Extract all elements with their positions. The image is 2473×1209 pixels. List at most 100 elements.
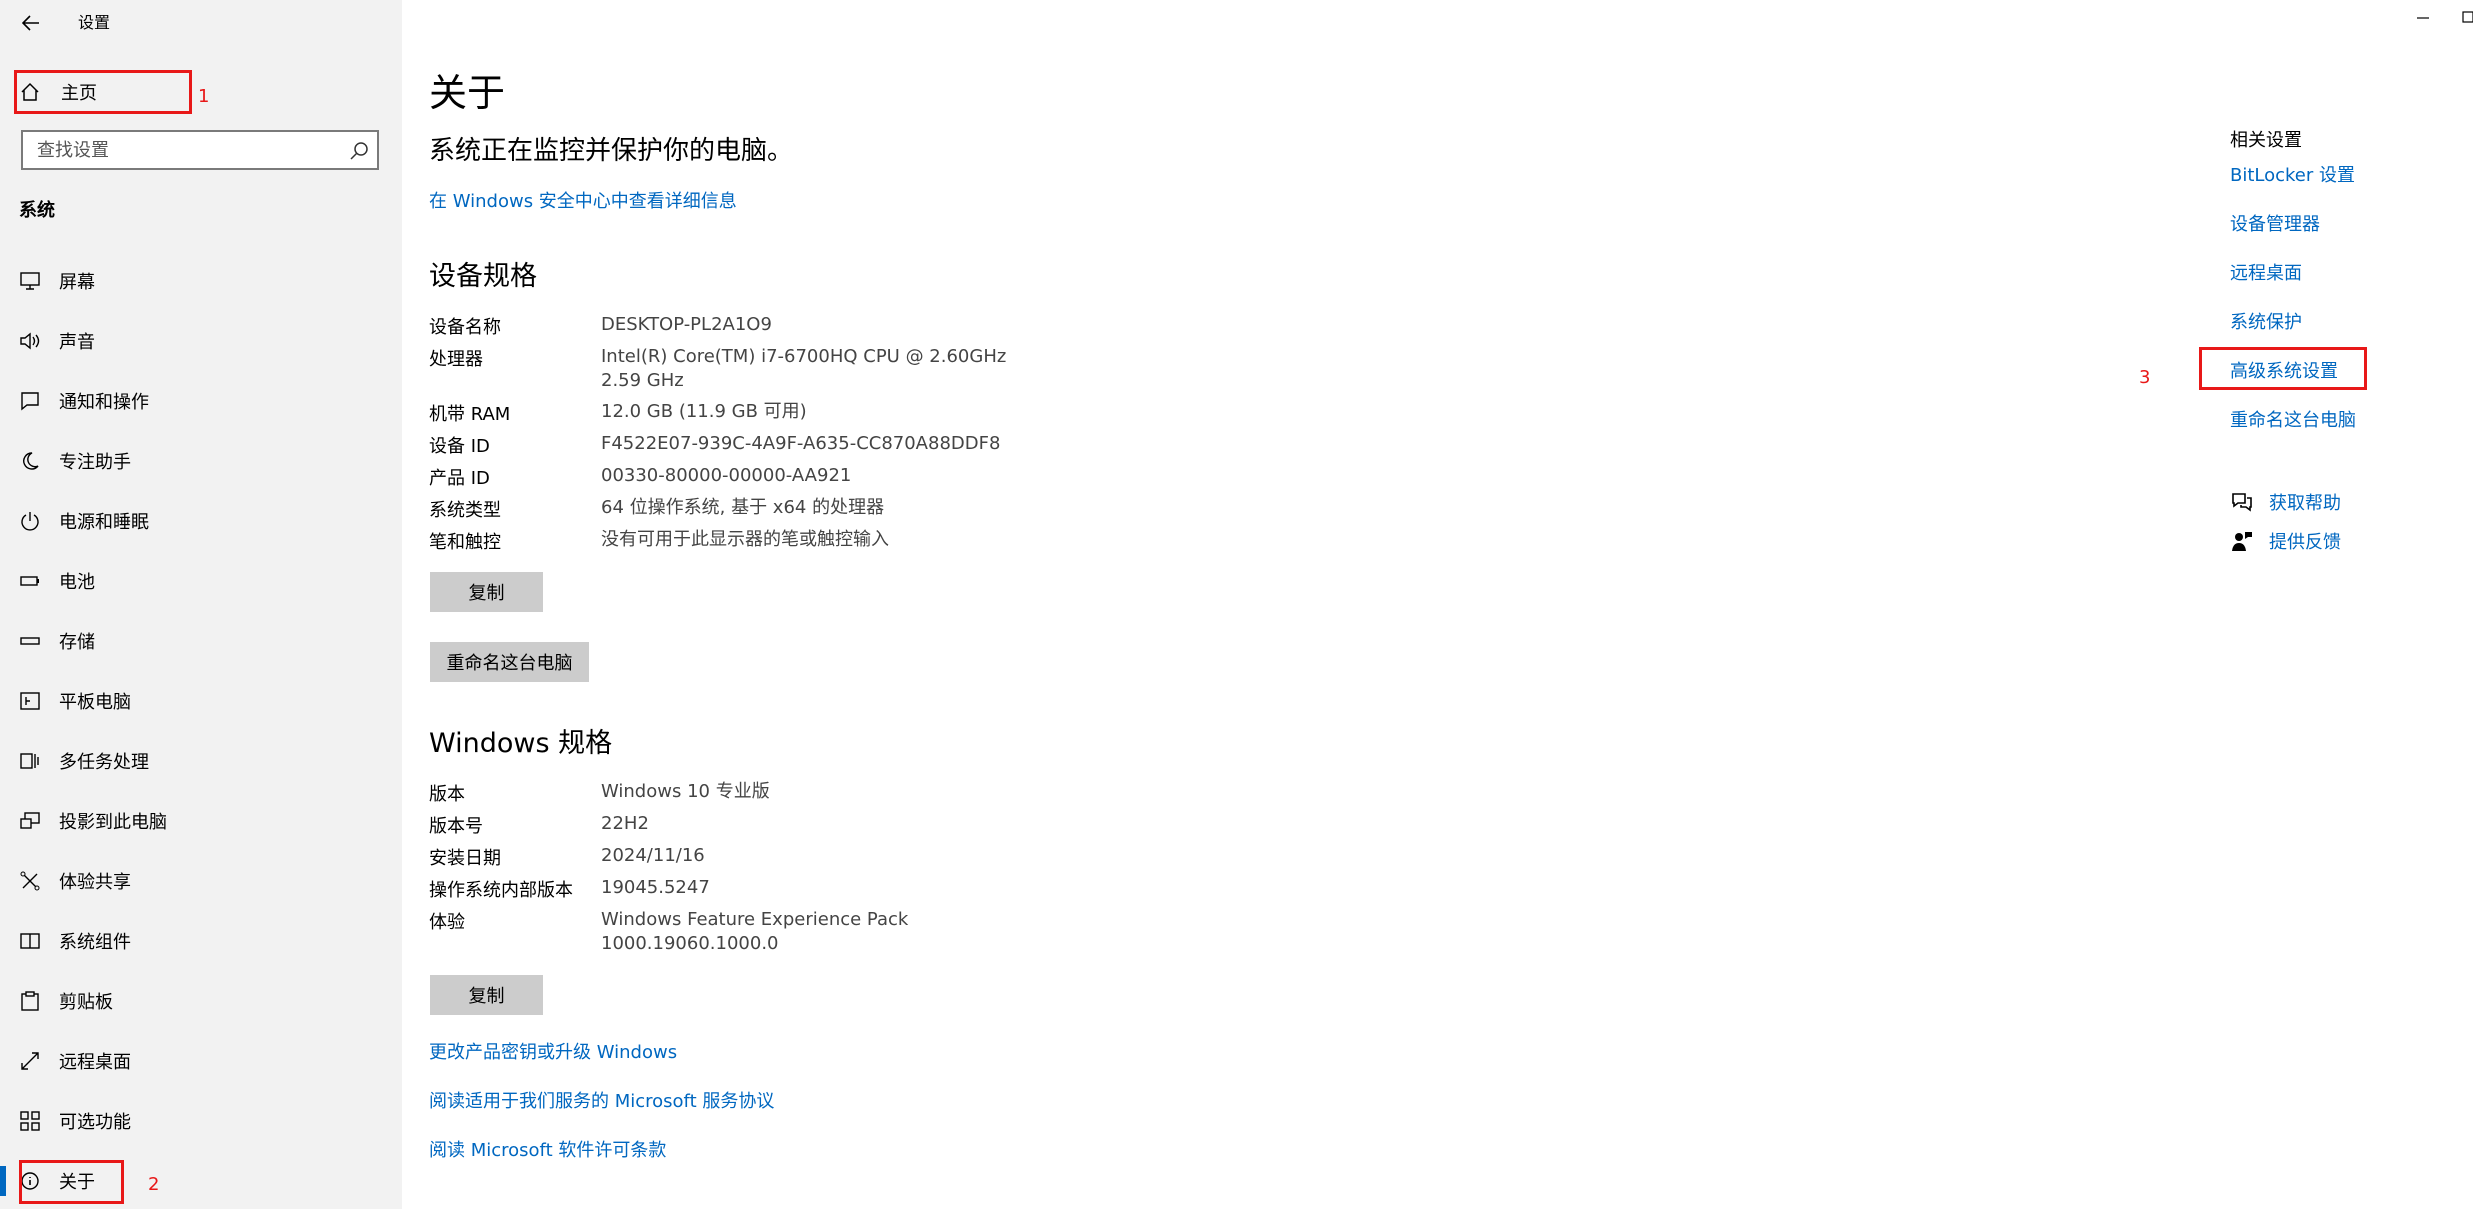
spec-key: 版本号: [429, 816, 483, 837]
spec-key: 机带 RAM: [429, 404, 511, 425]
spec-value: 12.0 GB (11.9 GB 可用): [601, 401, 807, 422]
device-specs-title: 设备规格: [429, 261, 537, 292]
maximize-icon: [2462, 11, 2473, 23]
annotation-number-1: 1: [198, 86, 210, 107]
sidebar-item-label: 平板电脑: [59, 692, 131, 713]
features-icon: [18, 1109, 42, 1133]
copy-device-specs-button[interactable]: 复制: [430, 572, 543, 612]
sidebar-item-multitasking[interactable]: 多任务处理: [0, 733, 402, 789]
spec-value: 19045.5247: [601, 877, 710, 898]
spec-key: 系统类型: [429, 500, 501, 521]
active-indicator: [0, 1166, 6, 1196]
annotation-number-2: 2: [148, 1174, 160, 1195]
chat-help-icon: [2232, 493, 2252, 512]
spec-value: 没有可用于此显示器的笔或触控输入: [601, 529, 889, 550]
sidebar-item-focus-assist[interactable]: 专注助手: [0, 433, 402, 489]
sidebar-item-label: 通知和操作: [59, 392, 149, 413]
product-key-link[interactable]: 更改产品密钥或升级 Windows: [429, 1038, 677, 1064]
sidebar-item-label: 体验共享: [59, 872, 131, 893]
license-terms-link[interactable]: 阅读 Microsoft 软件许可条款: [429, 1136, 666, 1162]
minimize-button[interactable]: [2408, 8, 2438, 28]
remote-desktop-link[interactable]: 远程桌面: [2230, 259, 2302, 285]
service-agreement-link[interactable]: 阅读适用于我们服务的 Microsoft 服务协议: [429, 1087, 774, 1113]
spec-value: DESKTOP-PL2A1O9: [601, 314, 772, 335]
spec-value: 22H2: [601, 813, 649, 834]
sidebar-item-remote-desktop[interactable]: 远程桌面: [0, 1033, 402, 1089]
minimize-icon: [2417, 17, 2429, 19]
copy-windows-specs-button[interactable]: 复制: [430, 975, 543, 1015]
spec-value: F4522E07-939C-4A9F-A635-CC870A88DDF8: [601, 433, 1001, 454]
annotation-box-1: [14, 70, 192, 114]
moon-icon: [18, 449, 42, 473]
sidebar-item-optional-features[interactable]: 可选功能: [0, 1093, 402, 1149]
sidebar-section-title: 系统: [19, 200, 55, 221]
tablet-icon: [18, 689, 42, 713]
sidebar-item-storage[interactable]: 存储: [0, 613, 402, 669]
spec-value-line2: 2.59 GHz: [601, 370, 684, 391]
sidebar-item-notifications[interactable]: 通知和操作: [0, 373, 402, 429]
components-icon: [18, 929, 42, 953]
feedback-person-icon: [2232, 532, 2252, 551]
spec-value: 00330-80000-00000-AA921: [601, 465, 852, 486]
windows-security-link[interactable]: 在 Windows 安全中心中查看详细信息: [429, 187, 737, 213]
system-protection-link[interactable]: 系统保护: [2230, 308, 2302, 334]
sidebar-item-project[interactable]: 投影到此电脑: [0, 793, 402, 849]
spec-value: 2024/11/16: [601, 845, 705, 866]
search-input[interactable]: [35, 138, 335, 162]
windows-specs-title: Windows 规格: [429, 728, 613, 759]
search-icon[interactable]: [349, 141, 369, 161]
annotation-number-3: 3: [2139, 367, 2151, 388]
sidebar-item-label: 可选功能: [59, 1112, 131, 1133]
speaker-icon: [18, 329, 42, 353]
sidebar-item-label: 电池: [59, 572, 95, 593]
spec-value: Windows 10 专业版: [601, 781, 770, 802]
get-help-link[interactable]: 获取帮助: [2269, 489, 2341, 515]
back-button[interactable]: [14, 6, 48, 40]
sidebar-item-display[interactable]: 屏幕: [0, 253, 402, 309]
spec-key: 安装日期: [429, 848, 501, 869]
sidebar-item-system-components[interactable]: 系统组件: [0, 913, 402, 969]
remote-icon: [18, 1049, 42, 1073]
advanced-system-settings-link[interactable]: 高级系统设置: [2230, 357, 2338, 383]
notification-icon: [18, 389, 42, 413]
bitlocker-settings-link[interactable]: BitLocker 设置: [2230, 161, 2355, 187]
sidebar-item-label: 多任务处理: [59, 752, 149, 773]
sidebar: 设置 主页 系统 屏幕 声音 通知和操作 专注助手 电源和睡眠 电池: [0, 0, 402, 1209]
sidebar-item-label: 声音: [59, 332, 95, 353]
power-icon: [18, 509, 42, 533]
rename-pc-link[interactable]: 重命名这台电脑: [2230, 406, 2356, 432]
annotation-box-2: [19, 1160, 124, 1204]
feedback-link[interactable]: 提供反馈: [2269, 528, 2341, 554]
rename-pc-button[interactable]: 重命名这台电脑: [430, 642, 589, 682]
sidebar-item-sound[interactable]: 声音: [0, 313, 402, 369]
spec-value: Windows Feature Experience Pack: [601, 909, 909, 930]
sidebar-item-label: 剪贴板: [59, 992, 113, 1013]
get-help-row[interactable]: 获取帮助: [2230, 487, 2450, 517]
spec-value: 64 位操作系统, 基于 x64 的处理器: [601, 497, 885, 518]
spec-key: 产品 ID: [429, 468, 490, 489]
device-manager-link[interactable]: 设备管理器: [2230, 210, 2320, 236]
maximize-button[interactable]: [2455, 6, 2473, 26]
spec-key: 设备 ID: [429, 436, 490, 457]
spec-key: 处理器: [429, 349, 483, 370]
related-settings-title: 相关设置: [2230, 130, 2302, 151]
sidebar-item-label: 远程桌面: [59, 1052, 131, 1073]
sidebar-item-shared-experiences[interactable]: 体验共享: [0, 853, 402, 909]
spec-key: 笔和触控: [429, 532, 501, 553]
sidebar-item-tablet[interactable]: 平板电脑: [0, 673, 402, 729]
sidebar-item-clipboard[interactable]: 剪贴板: [0, 973, 402, 1029]
sidebar-item-label: 投影到此电脑: [59, 812, 167, 833]
page-title: 关于: [429, 71, 506, 115]
protection-status-text: 系统正在监控并保护你的电脑。: [429, 136, 794, 166]
sidebar-item-battery[interactable]: 电池: [0, 553, 402, 609]
spec-key: 设备名称: [429, 317, 501, 338]
search-box[interactable]: [21, 130, 379, 170]
storage-icon: [18, 629, 42, 653]
multitask-icon: [18, 749, 42, 773]
clipboard-icon: [18, 989, 42, 1013]
sidebar-item-label: 电源和睡眠: [59, 512, 149, 533]
sidebar-item-label: 专注助手: [59, 452, 131, 473]
sidebar-item-power-sleep[interactable]: 电源和睡眠: [0, 493, 402, 549]
monitor-icon: [18, 269, 42, 293]
feedback-row[interactable]: 提供反馈: [2230, 526, 2450, 556]
